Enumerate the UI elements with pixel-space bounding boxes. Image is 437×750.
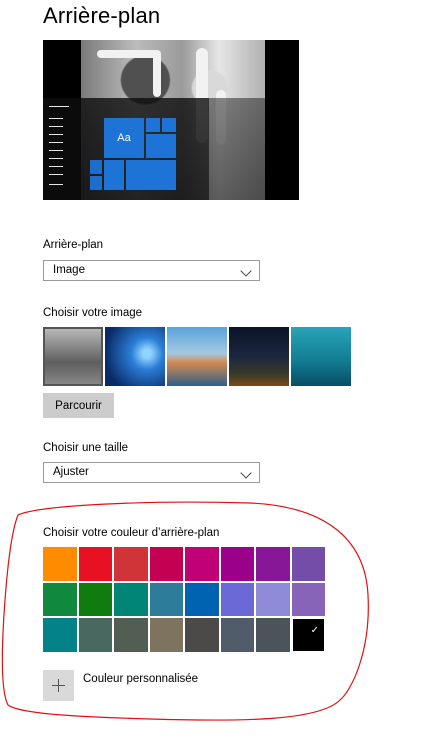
add-custom-color-button[interactable] [43,670,74,701]
background-preview: Aa [43,40,299,200]
color-swatch[interactable] [220,618,254,652]
color-swatch[interactable] [256,547,290,581]
image-thumbnail[interactable] [105,327,165,386]
checkmark-icon: ✓ [310,625,319,636]
background-select[interactable]: Image [43,260,260,281]
preview-tile-small [90,176,102,190]
preview-tile-medium [146,134,176,158]
fit-label: Choisir une taille [43,442,129,454]
preview-tile-medium [104,160,124,190]
preview-tile-label: Aa [117,132,131,144]
custom-color-label: Couleur personnalisée [83,673,199,685]
color-swatch[interactable] [149,618,183,652]
preview-tile-wide [126,160,176,190]
color-swatch[interactable] [43,547,77,581]
color-swatch[interactable] [185,618,219,652]
image-thumbnail[interactable] [167,327,227,386]
background-select-value: Image [53,264,85,276]
background-label: Arrière-plan [43,239,104,251]
color-swatch[interactable] [114,582,148,616]
chevron-down-icon [240,467,252,479]
color-swatch[interactable] [78,582,112,616]
color-swatch[interactable] [220,547,254,581]
preview-tile: Aa [104,118,144,158]
browse-button[interactable]: Parcourir [43,393,114,418]
background-color-label: Choisir votre couleur d’arrière-plan [43,527,220,539]
chevron-down-icon [240,265,252,277]
color-swatch[interactable] [114,618,148,652]
image-thumbnail[interactable] [291,327,351,386]
color-palette: ✓ [43,547,331,655]
color-swatch[interactable] [114,547,148,581]
color-swatch[interactable] [185,582,219,616]
image-thumbnail[interactable] [43,327,103,386]
color-swatch[interactable] [291,582,325,616]
preview-tile-small [162,118,176,132]
image-thumbnails [43,327,353,386]
color-swatch[interactable] [291,547,325,581]
color-swatch[interactable] [256,618,290,652]
color-swatch[interactable] [43,618,77,652]
image-thumbnail[interactable] [229,327,289,386]
fit-select-value: Ajuster [53,466,89,478]
color-swatch[interactable] [149,582,183,616]
page-title: Arrière-plan [43,3,161,28]
color-swatch[interactable] [220,582,254,616]
color-swatch[interactable] [185,547,219,581]
color-swatch[interactable] [78,547,112,581]
color-swatch[interactable] [256,582,290,616]
start-menu-list [43,98,81,200]
color-swatch[interactable] [43,582,77,616]
color-swatch[interactable]: ✓ [291,618,325,652]
preview-tile-small [90,160,102,174]
color-swatch[interactable] [78,618,112,652]
preview-tile-small [146,118,160,132]
color-swatch[interactable] [149,547,183,581]
choose-image-label: Choisir votre image [43,307,143,319]
fit-select[interactable]: Ajuster [43,462,260,483]
